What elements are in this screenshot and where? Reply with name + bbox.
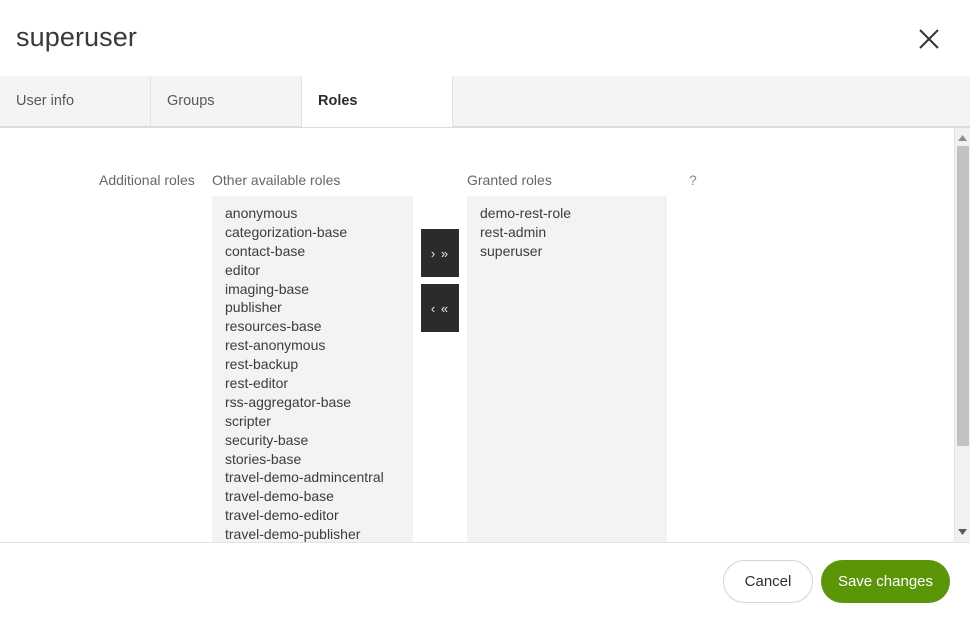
list-item[interactable]: publisher: [212, 298, 413, 317]
scroll-down-arrow-icon[interactable]: [955, 524, 970, 539]
list-item[interactable]: rest-anonymous: [212, 336, 413, 355]
list-item[interactable]: rest-backup: [212, 355, 413, 374]
add-role-button[interactable]: › »: [421, 229, 459, 277]
other-available-roles-list[interactable]: anonymous categorization-base contact-base…: [212, 196, 413, 542]
tab-bar: User info Groups Roles: [0, 76, 970, 128]
close-icon: [917, 27, 941, 51]
list-item[interactable]: rss-aggregator-base: [212, 393, 413, 412]
tab-roles[interactable]: Roles: [302, 76, 453, 127]
chevron-left-icon: ‹ «: [430, 300, 450, 316]
tab-groups[interactable]: Groups: [151, 76, 302, 127]
close-button[interactable]: [910, 20, 948, 58]
list-item[interactable]: stories-base: [212, 450, 413, 469]
list-item[interactable]: editor: [212, 261, 413, 280]
tab-roles-label: Roles: [318, 93, 358, 109]
tab-bar-filler: [453, 76, 970, 127]
roles-panel: Additional roles Other available roles G…: [0, 128, 970, 542]
list-item[interactable]: travel-demo-publisher: [212, 525, 413, 542]
list-item[interactable]: imaging-base: [212, 280, 413, 299]
content-scrollbar[interactable]: [954, 128, 970, 542]
help-icon[interactable]: ?: [689, 172, 697, 188]
additional-roles-label: Additional roles: [99, 172, 195, 188]
tab-user-info-label: User info: [16, 93, 75, 109]
list-item[interactable]: anonymous: [212, 204, 413, 223]
list-item[interactable]: contact-base: [212, 242, 413, 261]
dialog-header: superuser: [0, 0, 970, 76]
list-item[interactable]: travel-demo-base: [212, 487, 413, 506]
tab-user-info[interactable]: User info: [0, 76, 151, 127]
remove-role-button[interactable]: ‹ «: [421, 284, 459, 332]
list-item[interactable]: security-base: [212, 431, 413, 450]
list-item[interactable]: travel-demo-admincentral: [212, 468, 413, 487]
granted-roles-list[interactable]: demo-rest-role rest-admin superuser: [467, 196, 667, 542]
cancel-button[interactable]: Cancel: [723, 560, 813, 603]
save-changes-button[interactable]: Save changes: [821, 560, 950, 603]
list-item[interactable]: resources-base: [212, 317, 413, 336]
list-item[interactable]: demo-rest-role: [467, 204, 667, 223]
other-available-roles-label: Other available roles: [212, 172, 341, 188]
list-item[interactable]: scripter: [212, 412, 413, 431]
dialog-footer: Cancel Save changes: [0, 542, 970, 618]
list-item[interactable]: superuser: [467, 242, 667, 261]
list-item[interactable]: travel-demo-editor: [212, 506, 413, 525]
scroll-up-arrow-icon[interactable]: [955, 130, 970, 145]
granted-roles-label: Granted roles: [467, 172, 552, 188]
list-item[interactable]: rest-editor: [212, 374, 413, 393]
chevron-right-icon: › »: [430, 245, 450, 261]
page-title: superuser: [16, 22, 137, 52]
tab-groups-label: Groups: [167, 93, 215, 109]
list-item[interactable]: categorization-base: [212, 223, 413, 242]
user-roles-dialog: superuser User info Groups Roles Additio…: [0, 0, 970, 618]
list-item[interactable]: rest-admin: [467, 223, 667, 242]
scrollbar-thumb[interactable]: [957, 146, 969, 446]
